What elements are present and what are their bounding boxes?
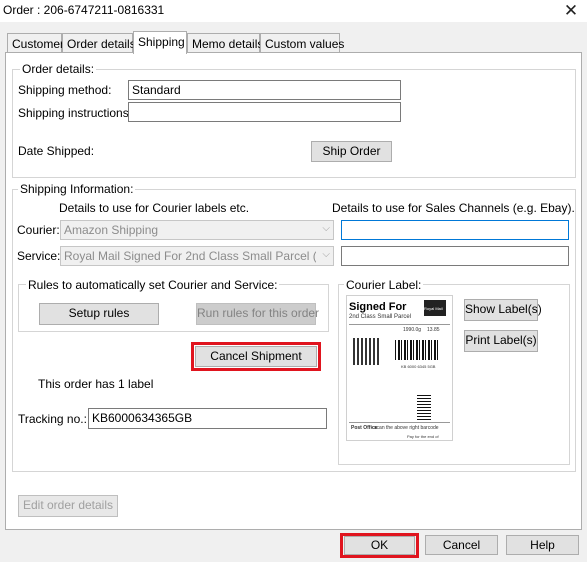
chevron-down-icon: ⌵ xyxy=(322,249,330,260)
label-brand: Royal Mail xyxy=(424,306,443,311)
courier-label-preview: Signed For 2nd Class Small Parcel Royal … xyxy=(346,295,453,441)
shipping-method-label: Shipping method: xyxy=(18,83,112,97)
tab-customer[interactable]: Customer xyxy=(7,33,65,53)
rules-legend: Rules to automatically set Courier and S… xyxy=(26,278,280,292)
service-label: Service: xyxy=(17,249,61,263)
label-footer-text: - scan the above right barcode xyxy=(371,425,439,431)
tab-label: Custom values xyxy=(265,37,345,51)
shipping-instructions-label: Shipping instructions: xyxy=(18,106,133,120)
courier-select-value: Amazon Shipping xyxy=(64,223,159,237)
1d-barcode-image xyxy=(395,340,439,360)
tab-order-details[interactable]: Order details xyxy=(62,33,136,53)
ok-button[interactable]: OK xyxy=(344,536,415,555)
2d-barcode-image xyxy=(353,338,380,365)
label-footer-divider xyxy=(349,422,450,423)
label-title: Signed For xyxy=(349,301,407,313)
tab-custom-values[interactable]: Custom values xyxy=(260,33,344,53)
print-labels-button[interactable]: Print Label(s) xyxy=(464,330,538,352)
cancel-button[interactable]: Cancel xyxy=(425,535,498,555)
chevron-down-icon: ⌵ xyxy=(322,223,330,234)
vertical-barcode-image xyxy=(417,394,431,420)
cancel-shipment-button[interactable]: Cancel Shipment xyxy=(195,346,317,367)
shipping-method-field[interactable]: Standard xyxy=(128,80,401,100)
date-shipped-label: Date Shipped: xyxy=(18,144,95,158)
courier-select: Amazon Shipping ⌵ xyxy=(60,220,334,240)
help-button[interactable]: Help xyxy=(506,535,579,555)
tab-label: Shipping xyxy=(138,35,185,49)
channel-courier-field[interactable] xyxy=(341,220,569,240)
order-details-legend: Order details: xyxy=(20,62,97,76)
tracking-number-field[interactable]: KB6000634365GB xyxy=(88,408,327,429)
service-select: Royal Mail Signed For 2nd Class Small Pa… xyxy=(60,246,334,266)
shipping-instructions-field[interactable] xyxy=(128,102,401,122)
label-subtitle: 2nd Class Small Parcel xyxy=(349,314,412,320)
label-count-text: This order has 1 label xyxy=(38,377,154,391)
label-footer-small: Pay for the end of xyxy=(407,434,439,439)
tab-shipping[interactable]: Shipping xyxy=(133,31,187,54)
sales-channels-header: Details to use for Sales Channels (e.g. … xyxy=(332,201,575,215)
close-icon[interactable]: ✕ xyxy=(558,0,584,22)
show-labels-button[interactable]: Show Label(s) xyxy=(464,299,542,321)
channel-service-field[interactable] xyxy=(341,246,569,266)
shipping-information-legend: Shipping Information: xyxy=(18,182,136,196)
window-title: Order : 206-6747211-0816331 xyxy=(3,3,165,17)
label-barcode-number: KB 6000 6345 5GB xyxy=(401,364,436,369)
ship-order-button[interactable]: Ship Order xyxy=(311,141,392,162)
service-select-value: Royal Mail Signed For 2nd Class Small Pa… xyxy=(64,249,316,263)
setup-rules-button[interactable]: Setup rules xyxy=(39,303,159,325)
tab-label: Memo details xyxy=(192,37,264,51)
tab-memo-details[interactable]: Memo details xyxy=(187,33,264,53)
courier-labels-header: Details to use for Courier labels etc. xyxy=(59,201,250,215)
label-price: 13.85 xyxy=(427,327,440,333)
tab-label: Customer xyxy=(12,37,65,51)
label-weight: 1990.0g xyxy=(403,327,422,333)
tracking-label: Tracking no.: xyxy=(18,412,87,426)
tab-label: Order details xyxy=(67,37,136,51)
shipping-tab-panel: Order details: Shipping method: Standard… xyxy=(5,52,582,530)
courier-label-legend: Courier Label: xyxy=(344,278,424,292)
edit-order-details-button[interactable]: Edit order details xyxy=(18,495,118,517)
label-divider xyxy=(349,324,450,325)
courier-label: Courier: xyxy=(17,223,60,237)
run-rules-button[interactable]: Run rules for this order xyxy=(196,303,319,325)
